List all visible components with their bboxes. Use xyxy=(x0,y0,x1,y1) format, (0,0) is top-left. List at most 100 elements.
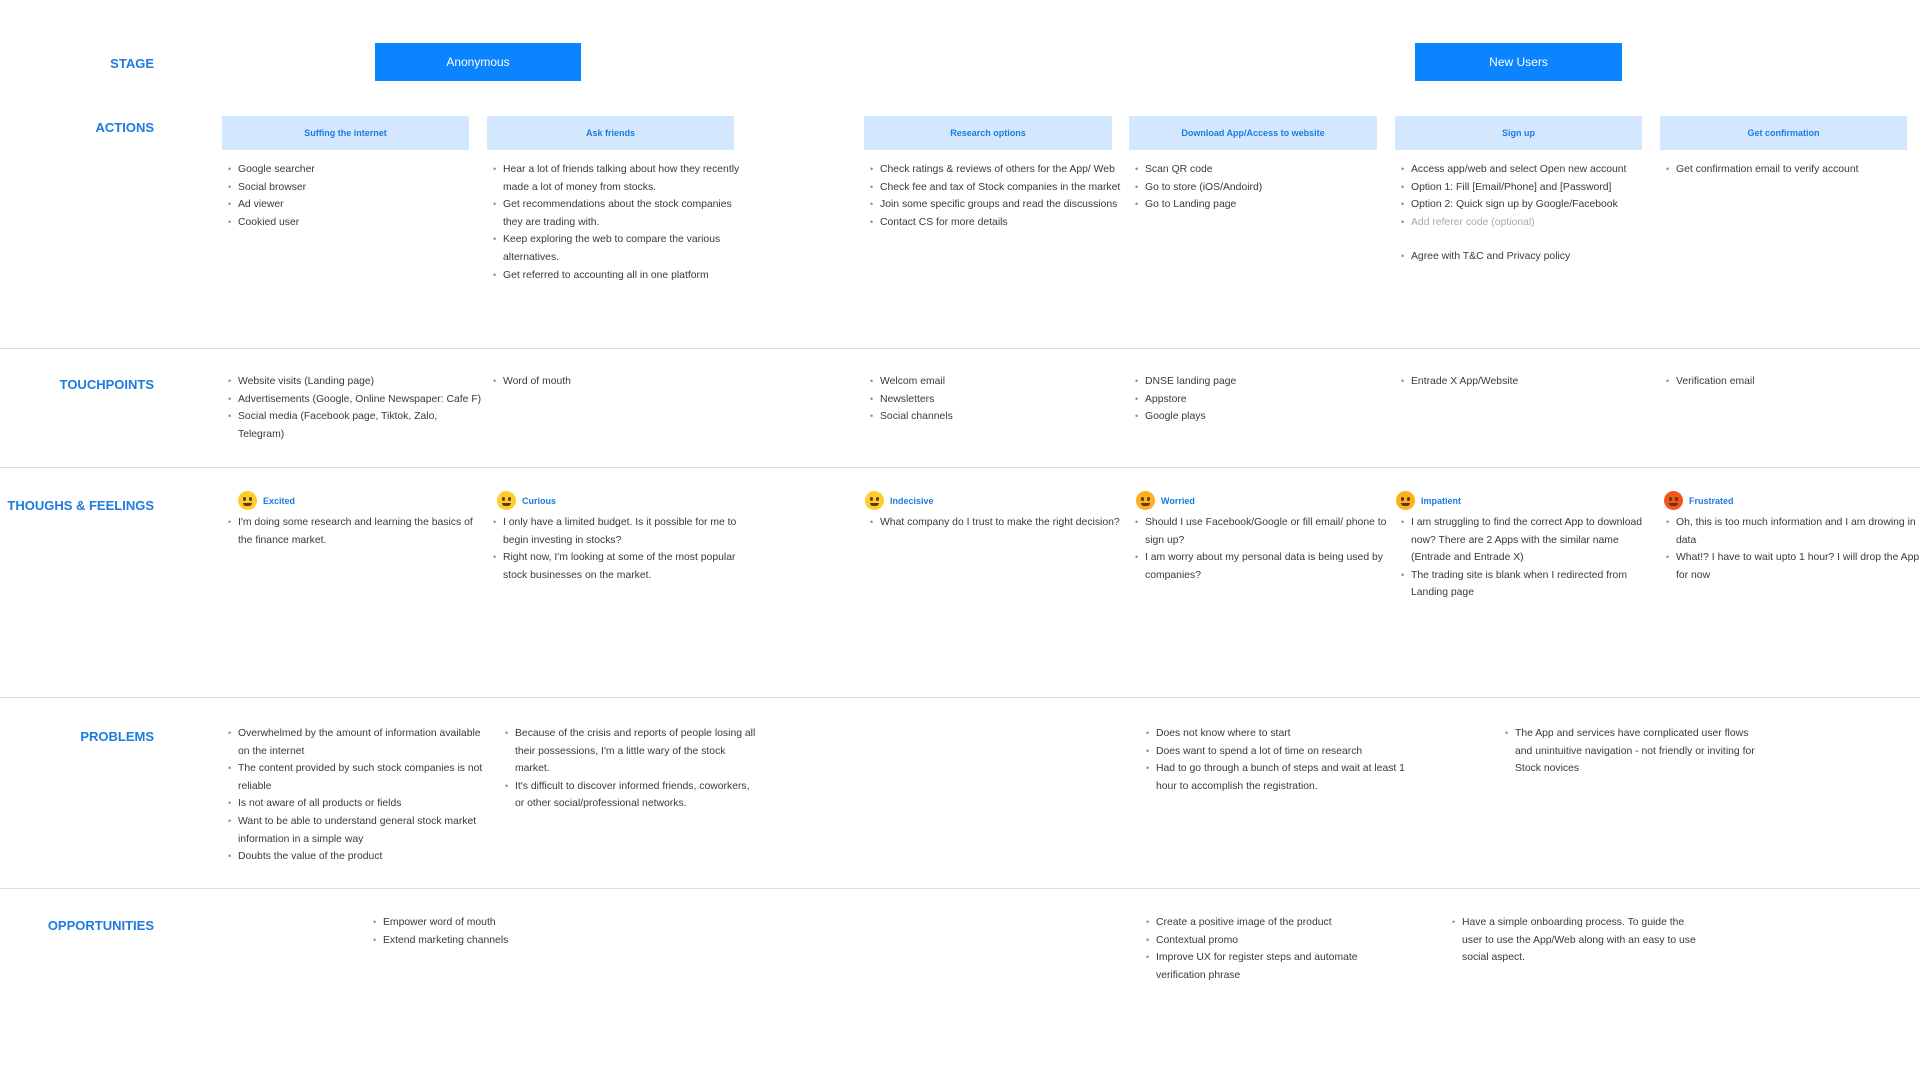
list-item: Get confirmation email to verify account xyxy=(1666,161,1920,179)
stage-new-users: New Users xyxy=(1415,43,1622,81)
list-item: Access app/web and select Open new accou… xyxy=(1401,161,1661,179)
list-item: Oh, this is too much information and I a… xyxy=(1666,514,1920,549)
frowning-face-icon xyxy=(1396,491,1415,510)
action-list-sign-up: Access app/web and select Open new accou… xyxy=(1395,161,1661,266)
divider xyxy=(0,348,1920,349)
list-item: Get referred to accounting all in one pl… xyxy=(493,267,753,285)
touchpoints-list-1: Website visits (Landing page) Advertisem… xyxy=(222,373,483,443)
action-list-get-confirmation: Get confirmation email to verify account xyxy=(1660,161,1920,179)
list-item: Have a simple onboarding process. To gui… xyxy=(1452,914,1707,967)
list-item: The content provided by such stock compa… xyxy=(228,760,483,795)
action-list-research-options: Check ratings & reviews of others for th… xyxy=(864,161,1130,231)
emotion-label: Frustrated xyxy=(1689,495,1734,506)
thinking-face-icon xyxy=(497,491,516,510)
list-item: Does not know where to start xyxy=(1146,725,1406,743)
list-item: Is not aware of all products or fields xyxy=(228,795,483,813)
list-item: I am worry about my personal data is bei… xyxy=(1135,549,1390,584)
problems-list-3: Does not know where to start Does want t… xyxy=(1140,725,1406,795)
list-item: Check ratings & reviews of others for th… xyxy=(870,161,1130,179)
action-box-suffing-internet: Suffing the internet xyxy=(222,116,469,150)
list-item: Cookied user xyxy=(228,214,478,232)
list-item: Option 1: Fill [Email/Phone] and [Passwo… xyxy=(1401,179,1661,197)
list-item: I'm doing some research and learning the… xyxy=(228,514,483,549)
divider xyxy=(0,697,1920,698)
emotion-label: Impatient xyxy=(1421,495,1462,506)
list-item: DNSE landing page xyxy=(1135,373,1390,391)
touchpoints-list-3: Welcom email Newsletters Social channels xyxy=(864,373,1125,426)
list-item: What!? I have to wait upto 1 hour? I wil… xyxy=(1666,549,1920,584)
list-item: Contextual promo xyxy=(1146,932,1401,950)
feelings-list-4: Should I use Facebook/Google or fill ema… xyxy=(1129,514,1390,584)
list-item: Join some specific groups and read the d… xyxy=(870,196,1130,214)
confused-face-icon xyxy=(865,491,884,510)
action-list-suffing-internet: Google searcher Social browser Ad viewer… xyxy=(222,161,478,231)
list-item: Contact CS for more details xyxy=(870,214,1130,232)
opportunities-list-1: Empower word of mouth Extend marketing c… xyxy=(367,914,628,949)
feelings-list-3: What company do I trust to make the righ… xyxy=(864,514,1125,532)
list-item: Advertisements (Google, Online Newspaper… xyxy=(228,391,483,409)
list-item: Word of mouth xyxy=(493,373,748,391)
action-list-ask-friends: Hear a lot of friends talking about how … xyxy=(487,161,753,284)
touchpoints-list-4: DNSE landing page Appstore Google plays xyxy=(1129,373,1390,426)
touchpoints-list-2: Word of mouth xyxy=(487,373,748,391)
problems-list-1: Overwhelmed by the amount of information… xyxy=(222,725,483,866)
list-item: Google plays xyxy=(1135,408,1390,426)
list-item: Create a positive image of the product xyxy=(1146,914,1401,932)
action-box-get-confirmation: Get confirmation xyxy=(1660,116,1907,150)
action-box-download-app: Download App/Access to website xyxy=(1129,116,1377,150)
list-item: Website visits (Landing page) xyxy=(228,373,483,391)
list-item: Ad viewer xyxy=(228,196,478,214)
emotion-curious: Curious xyxy=(497,491,556,510)
list-item: Keep exploring the web to compare the va… xyxy=(493,231,753,266)
action-box-ask-friends: Ask friends xyxy=(487,116,734,150)
touchpoints-list-5: Entrade X App/Website xyxy=(1395,373,1656,391)
list-item: Verification email xyxy=(1666,373,1920,391)
list-item: What company do I trust to make the righ… xyxy=(870,514,1125,532)
angry-face-icon xyxy=(1664,491,1683,510)
list-item: Because of the crisis and reports of peo… xyxy=(505,725,760,778)
list-item: Had to go through a bunch of steps and w… xyxy=(1146,760,1406,795)
emotion-frustrated: Frustrated xyxy=(1664,491,1734,510)
list-item: Extend marketing channels xyxy=(373,932,628,950)
action-list-download-app: Scan QR code Go to store (iOS/Andoird) G… xyxy=(1129,161,1395,214)
list-item: Right now, I'm looking at some of the mo… xyxy=(493,549,748,584)
divider xyxy=(0,888,1920,889)
list-item: Entrade X App/Website xyxy=(1401,373,1656,391)
list-item: It's difficult to discover informed frie… xyxy=(505,778,760,813)
list-item: Option 2: Quick sign up by Google/Facebo… xyxy=(1401,196,1661,214)
list-item: The trading site is blank when I redirec… xyxy=(1401,567,1656,602)
list-item: Empower word of mouth xyxy=(373,914,628,932)
list-item: Overwhelmed by the amount of information… xyxy=(228,725,483,760)
feelings-list-6: Oh, this is too much information and I a… xyxy=(1660,514,1920,584)
list-item: Agree with T&C and Privacy policy xyxy=(1401,248,1661,266)
list-item: Go to store (iOS/Andoird) xyxy=(1135,179,1395,197)
row-label-thoughts-feelings: THOUGHS & FEELINGS xyxy=(7,498,154,513)
action-box-research-options: Research options xyxy=(864,116,1112,150)
list-item: The App and services have complicated us… xyxy=(1505,725,1760,778)
stage-anonymous: Anonymous xyxy=(375,43,581,81)
list-item: Does want to spend a lot of time on rese… xyxy=(1146,743,1406,761)
grinning-face-icon xyxy=(238,491,257,510)
list-item: Newsletters xyxy=(870,391,1125,409)
list-item: Social media (Facebook page, Tiktok, Zal… xyxy=(228,408,483,443)
problems-list-2: Because of the crisis and reports of peo… xyxy=(499,725,760,813)
emotion-label: Excited xyxy=(263,495,296,506)
feelings-list-5: I am struggling to find the correct App … xyxy=(1395,514,1656,602)
row-label-problems: PROBLEMS xyxy=(80,729,154,744)
problems-list-4: The App and services have complicated us… xyxy=(1499,725,1760,778)
emotion-worried: Worried xyxy=(1136,491,1195,510)
emotion-label: Curious xyxy=(522,495,557,506)
list-item: Welcom email xyxy=(870,373,1125,391)
list-item: Social browser xyxy=(228,179,478,197)
list-item: Get recommendations about the stock comp… xyxy=(493,196,753,231)
worried-face-icon xyxy=(1136,491,1155,510)
list-item: Google searcher xyxy=(228,161,478,179)
list-item: Scan QR code xyxy=(1135,161,1395,179)
emotion-excited: Excited xyxy=(238,491,295,510)
list-item: I am struggling to find the correct App … xyxy=(1401,514,1656,567)
list-item: Doubts the value of the product xyxy=(228,848,483,866)
list-item: I only have a limited budget. Is it poss… xyxy=(493,514,748,549)
list-item: Improve UX for register steps and automa… xyxy=(1146,949,1401,984)
divider xyxy=(0,467,1920,468)
row-label-opportunities: OPPORTUNITIES xyxy=(47,918,154,933)
